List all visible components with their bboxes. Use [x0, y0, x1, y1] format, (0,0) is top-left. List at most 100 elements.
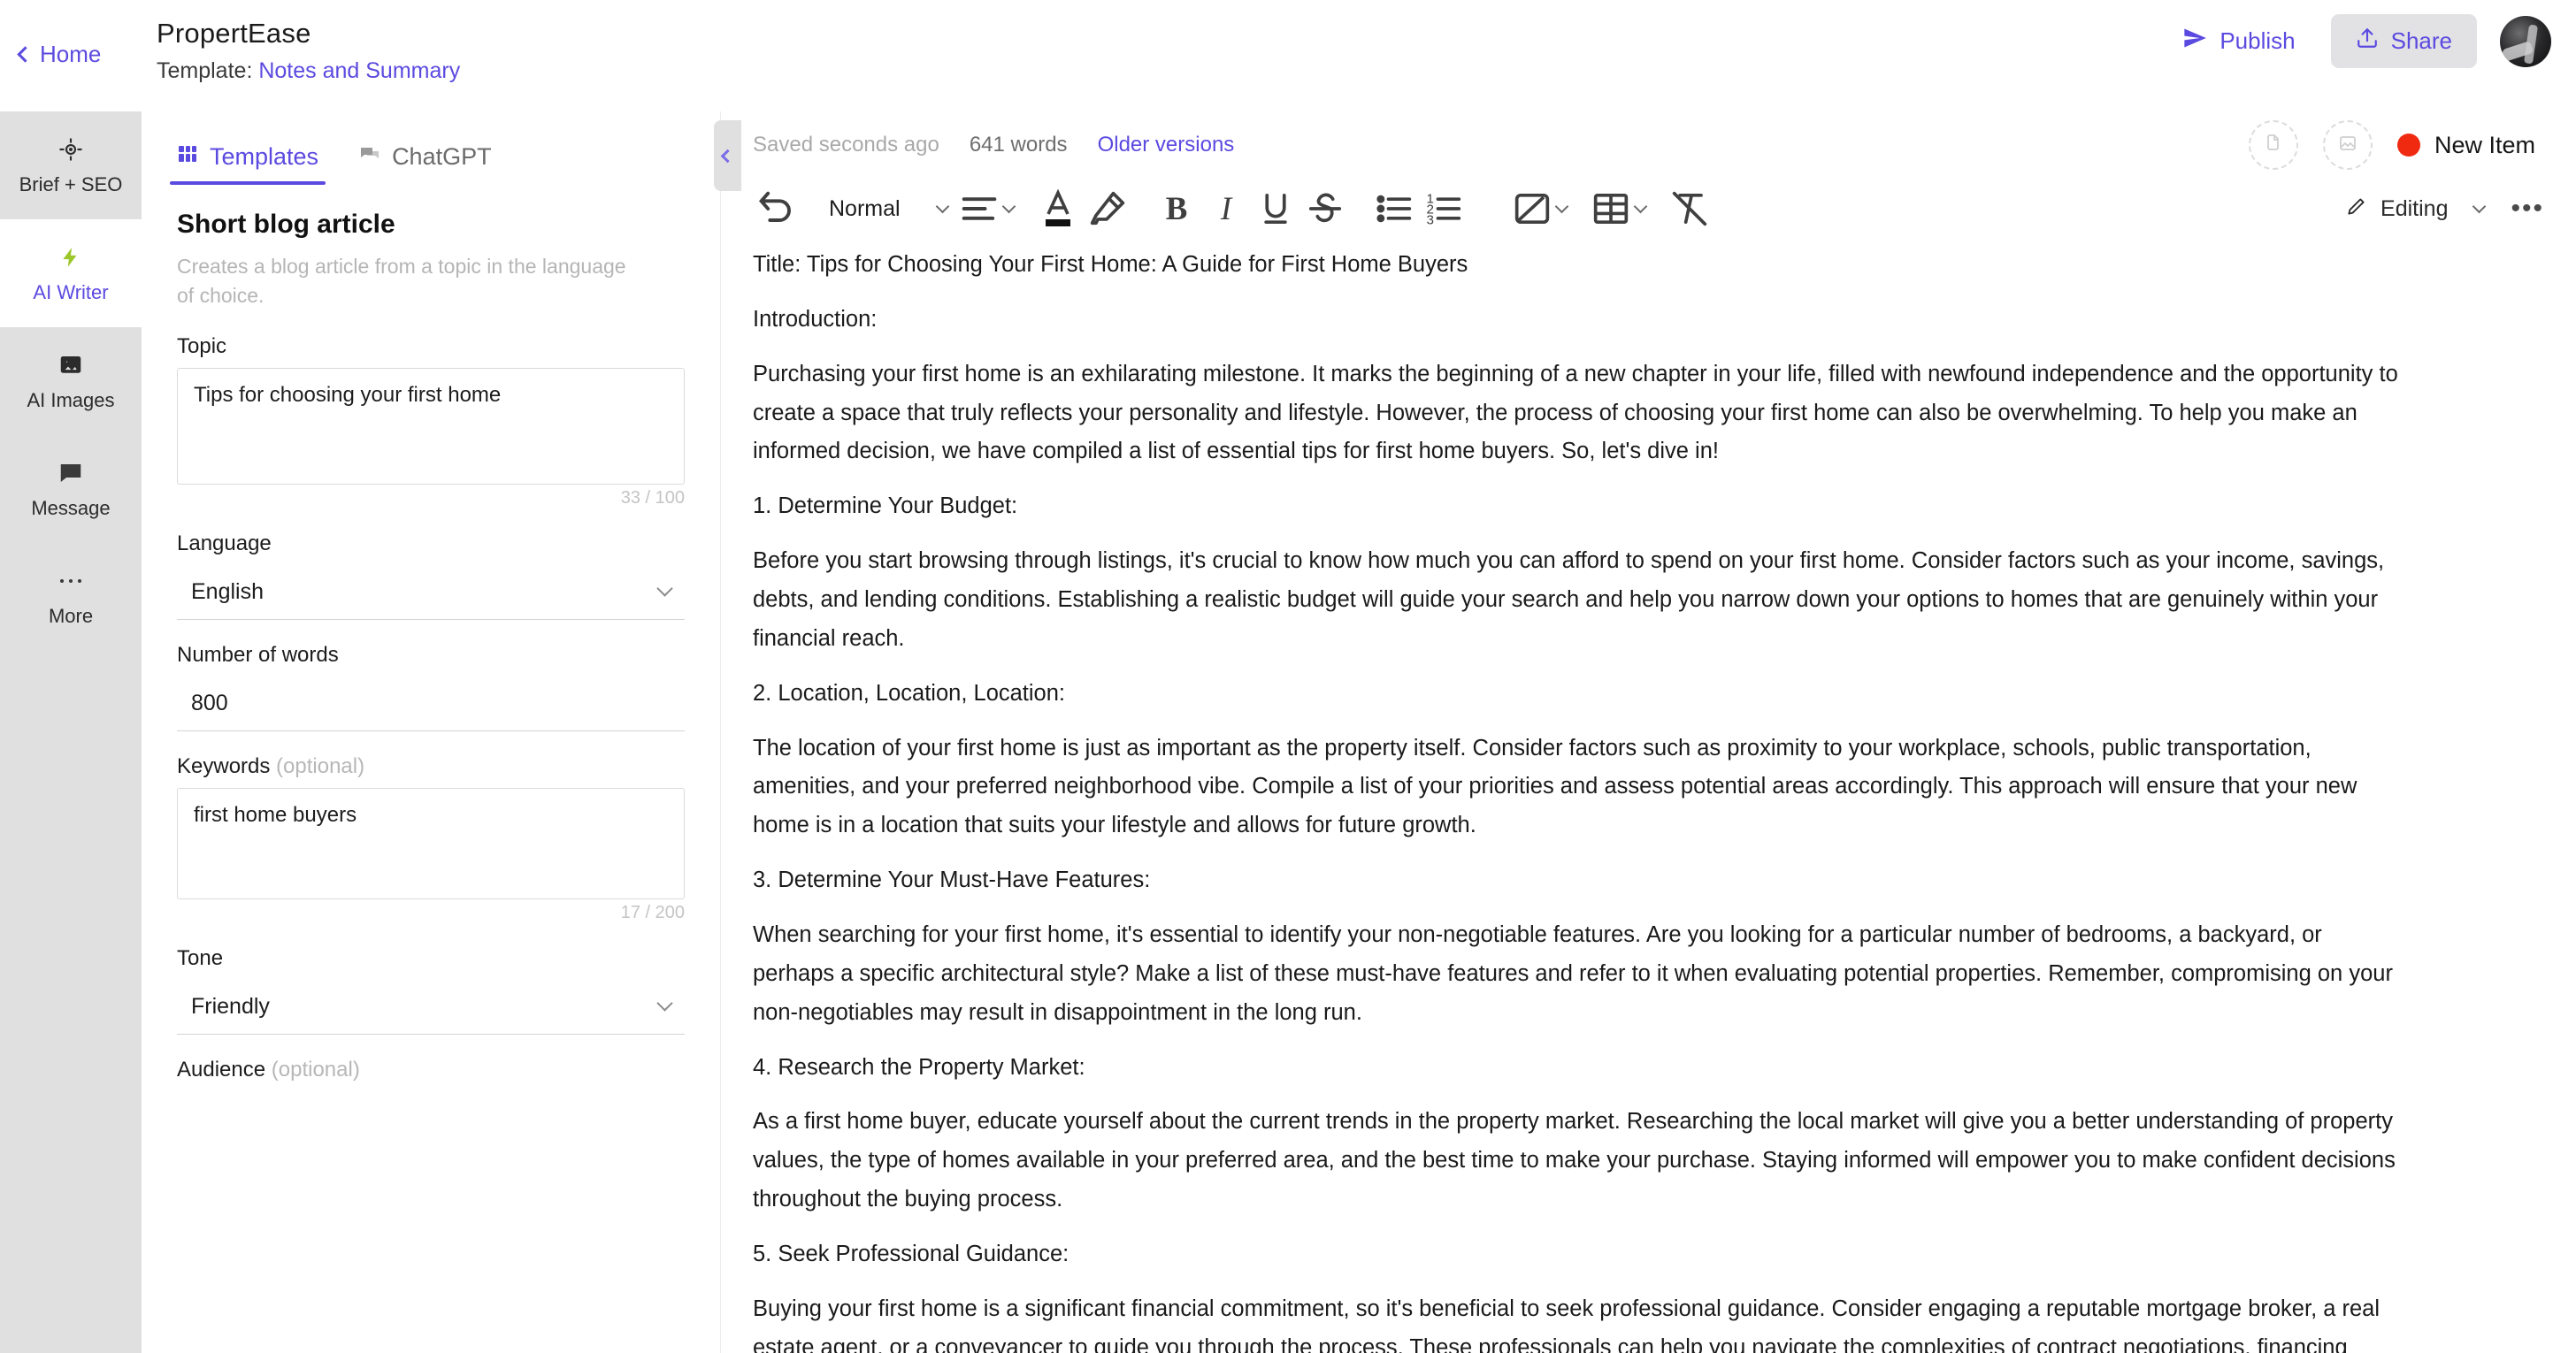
template-name: Short blog article: [177, 210, 395, 239]
template-description: Creates a blog article from a topic in t…: [177, 255, 626, 308]
tab-chatgpt-label: ChatGPT: [392, 143, 492, 170]
sidebar-item-ai-writer[interactable]: AI Writer: [0, 219, 142, 327]
publish-label: Publish: [2220, 27, 2296, 54]
chevron-down-icon: [2472, 199, 2487, 213]
align-button[interactable]: [954, 186, 1004, 232]
numbered-list-button[interactable]: 1 2 3: [1419, 186, 1468, 232]
toolbar-overflow-button[interactable]: •••: [2511, 195, 2544, 222]
strikethrough-button[interactable]: [1300, 186, 1350, 232]
doc-paragraph: When searching for your first home, it's…: [753, 922, 2393, 1025]
home-label: Home: [40, 41, 102, 67]
svg-text:I: I: [1219, 190, 1232, 226]
sidebar-label-message: Message: [31, 497, 111, 519]
text-color-button[interactable]: [1033, 186, 1083, 232]
keywords-label-text: Keywords: [177, 753, 271, 778]
formatting-toolbar: Normal B I 1 2 3 Editing •••: [721, 179, 2576, 239]
chevron-down-icon: [1001, 199, 1016, 213]
underline-button[interactable]: [1251, 186, 1300, 232]
field-keywords: Keywords (optional) 17 / 200: [177, 754, 685, 923]
field-tone: Tone Friendly: [177, 946, 685, 1035]
clear-formatting-button[interactable]: [1665, 186, 1714, 232]
template-panel: Templates ChatGPT Short blog article Cre…: [142, 111, 721, 1353]
topic-input[interactable]: [177, 367, 685, 485]
insert-image-button[interactable]: [1507, 186, 1557, 232]
tab-chatgpt[interactable]: ChatGPT: [359, 143, 492, 185]
doc-paragraph: Purchasing your first home is an exhilar…: [753, 361, 2398, 464]
editing-mode-label: Editing: [2380, 195, 2449, 221]
doc-paragraph: Before you start browsing through listin…: [753, 548, 2385, 651]
insert-table-button[interactable]: [1586, 186, 1636, 232]
audience-label-text: Audience: [177, 1057, 266, 1082]
export-image-button[interactable]: [2322, 120, 2373, 170]
chevron-down-icon: [1633, 199, 1647, 213]
saved-status: Saved seconds ago: [753, 133, 939, 157]
doc-paragraph: Introduction:: [753, 306, 878, 332]
template-prefix-label: Template:: [157, 58, 253, 83]
sidebar-item-more[interactable]: More: [0, 543, 142, 651]
new-item-label: New Item: [2434, 131, 2535, 158]
insert-image-dropdown[interactable]: [1554, 199, 1568, 213]
align-dropdown[interactable]: [1001, 199, 1016, 213]
undo-button[interactable]: [753, 186, 802, 232]
chevron-left-icon: [720, 149, 735, 163]
paragraph-style-label: Normal: [829, 195, 901, 221]
doc-paragraph: Buying your first home is a significant …: [753, 1296, 2380, 1353]
sidebar-label-brief-seo: Brief + SEO: [19, 173, 123, 195]
field-language: Language English: [177, 531, 685, 620]
svg-text:B: B: [1165, 190, 1187, 226]
doc-heading: 2. Location, Location, Location:: [753, 680, 1066, 706]
language-select[interactable]: English: [177, 564, 685, 620]
tone-select[interactable]: Friendly: [177, 979, 685, 1035]
editing-mode-button[interactable]: Editing: [2345, 195, 2448, 224]
tab-templates[interactable]: Templates: [169, 143, 326, 185]
editing-mode-dropdown[interactable]: [2472, 199, 2487, 213]
grid-icon: [177, 143, 198, 171]
words-label: Number of words: [177, 642, 339, 667]
export-doc-button[interactable]: [2248, 120, 2298, 170]
share-button[interactable]: Share: [2330, 14, 2477, 68]
tab-templates-label: Templates: [210, 143, 319, 170]
editor-status-bar: Saved seconds ago 641 words Older versio…: [721, 111, 2576, 179]
template-link[interactable]: Notes and Summary: [258, 58, 460, 83]
chevron-left-icon: [17, 46, 34, 63]
template-line: Template: Notes and Summary: [157, 58, 460, 84]
keywords-input[interactable]: [177, 787, 685, 899]
audience-optional-tag: (optional): [271, 1057, 360, 1082]
words-input[interactable]: [177, 676, 685, 731]
doc-paragraph: The location of your first home is just …: [753, 735, 2358, 838]
avatar[interactable]: [2500, 15, 2551, 67]
highlight-button[interactable]: [1083, 186, 1132, 232]
document-title-group: PropertEase Template: Notes and Summary: [157, 18, 460, 84]
collapse-panel-handle[interactable]: [714, 120, 741, 191]
home-back-link[interactable]: Home: [0, 41, 142, 68]
doc-heading: 1. Determine Your Budget:: [753, 493, 1018, 519]
topic-counter: 33 / 100: [620, 487, 685, 508]
panel-tabs: Templates ChatGPT: [169, 143, 685, 185]
topic-label: Topic: [177, 333, 227, 358]
editor-status-actions: New Item: [2248, 120, 2541, 170]
doc-heading: 3. Determine Your Must-Have Features:: [753, 868, 1151, 893]
publish-button[interactable]: Publish: [2170, 17, 2307, 65]
document-body[interactable]: Title: Tips for Choosing Your First Home…: [721, 239, 2576, 1353]
tone-label: Tone: [177, 945, 224, 970]
older-versions-link[interactable]: Older versions: [1098, 133, 1235, 157]
audience-label: Audience (optional): [177, 1058, 685, 1082]
insert-table-dropdown[interactable]: [1633, 199, 1647, 213]
keywords-counter: 17 / 200: [620, 902, 685, 922]
sidebar-item-brief-seo[interactable]: Brief + SEO: [0, 111, 142, 219]
doc-paragraph: Title: Tips for Choosing Your First Home…: [753, 252, 1468, 277]
italic-button[interactable]: I: [1201, 186, 1251, 232]
sidebar-item-message[interactable]: Message: [0, 435, 142, 543]
main-body: Brief + SEO AI Writer AI Images Message …: [0, 111, 2576, 1353]
project-title: PropertEase: [157, 18, 311, 49]
bold-button[interactable]: B: [1152, 186, 1201, 232]
image-export-icon: [2337, 133, 2358, 158]
sidebar-item-ai-images[interactable]: AI Images: [0, 327, 142, 435]
send-icon: [2182, 26, 2207, 57]
share-label: Share: [2390, 27, 2452, 54]
pencil-icon: [2345, 195, 2368, 224]
new-item-button[interactable]: New Item: [2396, 131, 2541, 159]
bullet-list-button[interactable]: [1369, 186, 1419, 232]
sidebar-label-more: More: [48, 605, 94, 627]
paragraph-style-select[interactable]: Normal: [822, 196, 954, 222]
